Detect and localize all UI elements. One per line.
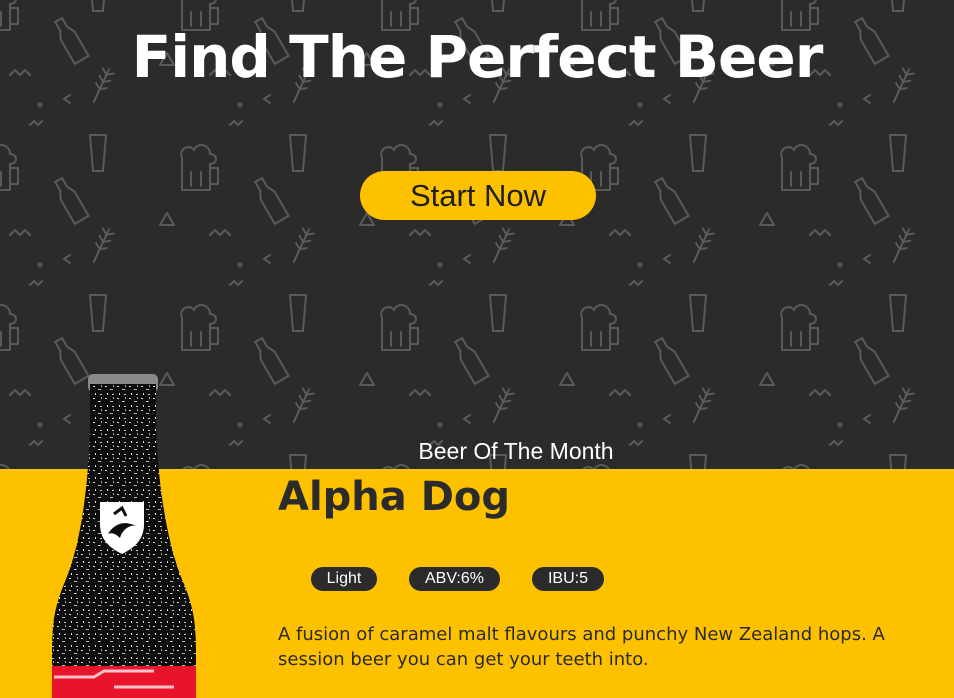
tag-style: Light xyxy=(311,567,377,591)
tag-ibu: IBU:5 xyxy=(532,567,604,591)
beer-bottle-image xyxy=(52,374,196,698)
beer-description: A fusion of caramel malt flavours and pu… xyxy=(278,624,885,670)
hero-title: Find The Perfect Beer xyxy=(131,23,824,91)
start-now-button[interactable]: Start Now xyxy=(360,171,596,220)
tag-abv: ABV:6% xyxy=(409,567,500,591)
beer-name: Alpha Dog xyxy=(278,474,511,520)
